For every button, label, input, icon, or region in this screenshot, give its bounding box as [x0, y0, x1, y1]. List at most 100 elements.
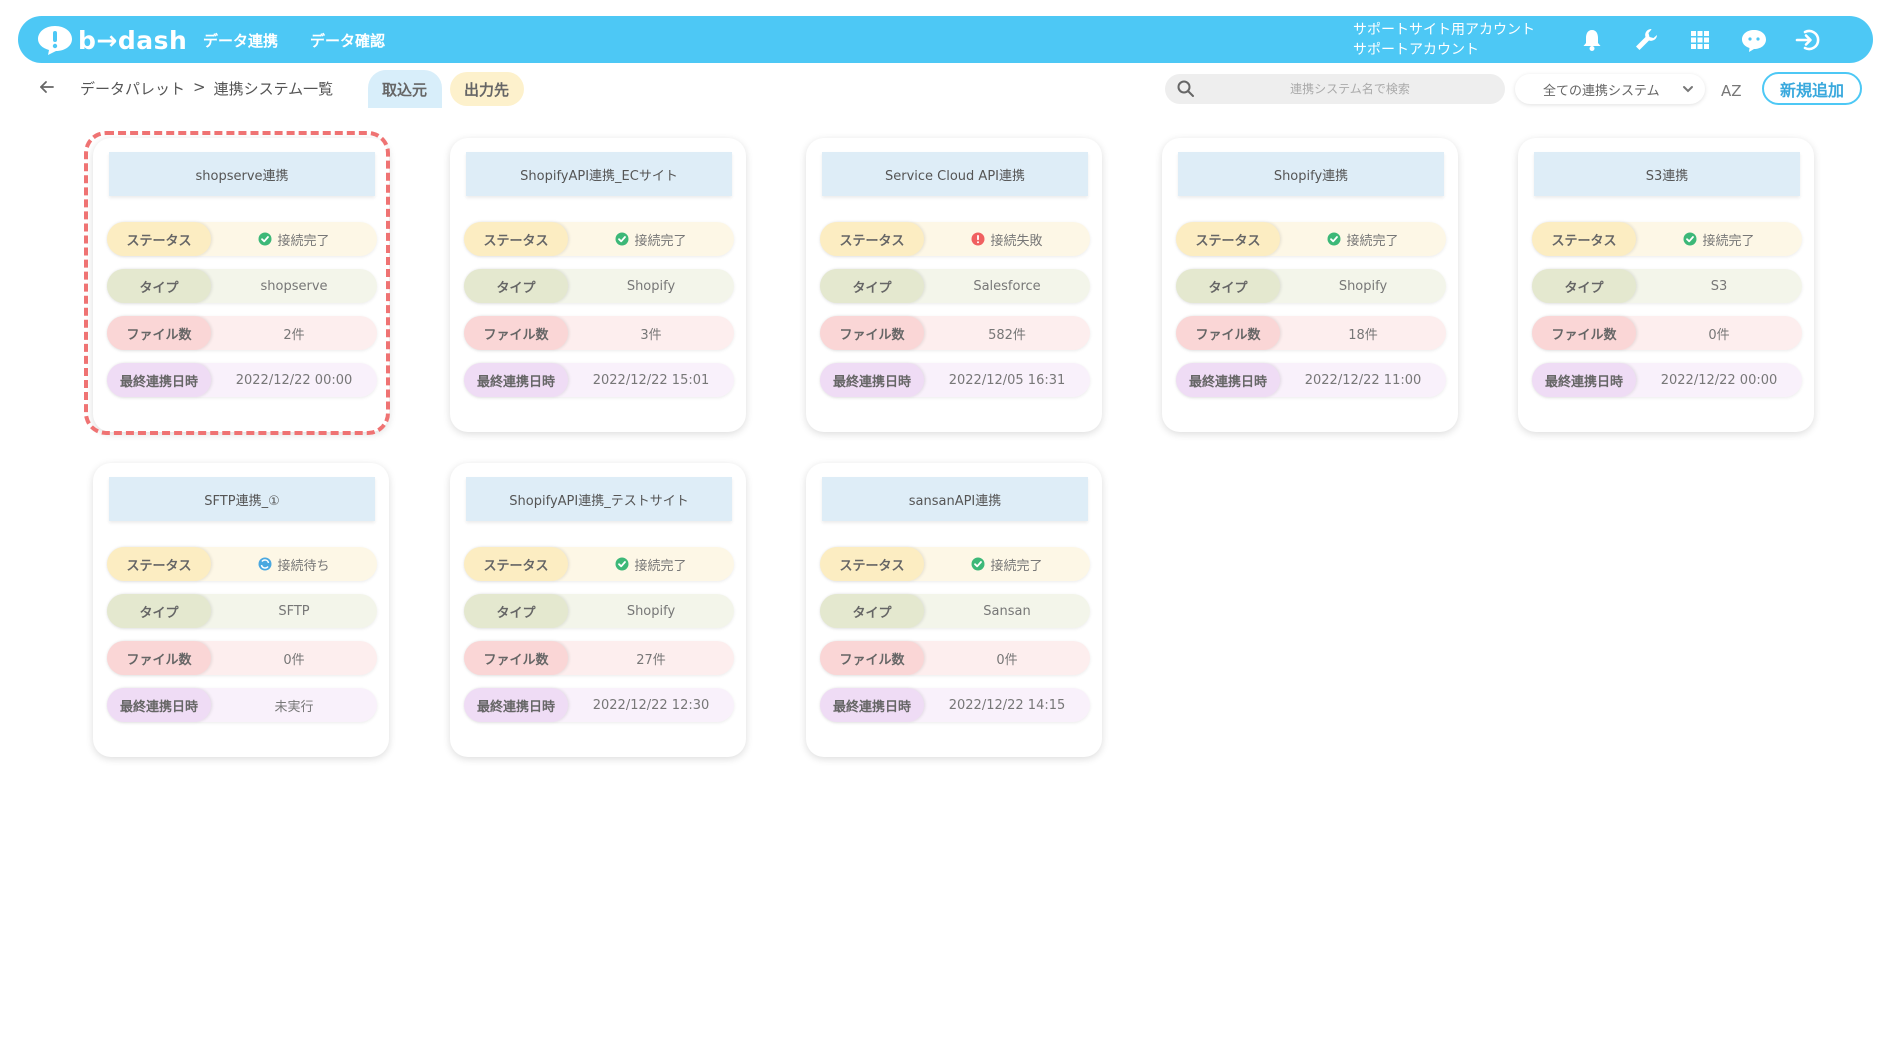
status-value: 接続待ち	[211, 555, 377, 574]
type-value: Shopify	[626, 278, 676, 294]
last-sync-value: 2022/12/05 16:31	[948, 372, 1066, 388]
breadcrumb: データパレット > 連携システム一覧	[80, 78, 333, 99]
file-count-row: ファイル数 0件	[820, 641, 1090, 675]
back-arrow-icon[interactable]	[38, 78, 56, 96]
search-input[interactable]	[1205, 76, 1495, 102]
status-row: ステータス 接続失敗	[820, 222, 1090, 256]
grid-icon[interactable]	[1686, 26, 1714, 54]
last-sync-value: 2022/12/22 15:01	[592, 372, 710, 388]
file-count-label: ファイル数	[820, 316, 924, 350]
type-row: タイプ Salesforce	[820, 269, 1090, 303]
status-row: ステータス 接続完了	[107, 222, 377, 256]
check-circle-icon	[1683, 232, 1697, 246]
status-value: 接続完了	[568, 555, 734, 574]
account-info[interactable]: サポートサイト用アカウント サポートアカウント	[1353, 20, 1535, 60]
last-sync-label: 最終連携日時	[820, 363, 924, 397]
file-count-value: 18件	[1348, 327, 1378, 343]
system-card[interactable]: sansanAPI連携 ステータス 接続完了 タイプ Sansan ファイル数 …	[806, 463, 1102, 757]
status-text: 接続失敗	[990, 233, 1043, 249]
file-count-label: ファイル数	[820, 641, 924, 675]
add-new-button[interactable]: 新規追加	[1762, 72, 1862, 105]
type-row: タイプ Shopify	[464, 269, 734, 303]
card-title: ShopifyAPI連携_テストサイト	[466, 477, 732, 521]
type-value: Shopify	[1338, 278, 1388, 294]
type-row: タイプ Shopify	[1176, 269, 1446, 303]
system-card[interactable]: shopserve連携 ステータス 接続完了 タイプ shopserve ファイ…	[93, 138, 389, 432]
status-row: ステータス 接続完了	[1532, 222, 1802, 256]
type-row: タイプ Sansan	[820, 594, 1090, 628]
file-count-value: 0件	[1708, 327, 1730, 343]
type-label: タイプ	[464, 269, 568, 303]
last-sync-value: 2022/12/22 11:00	[1304, 372, 1422, 388]
type-value: Salesforce	[973, 278, 1041, 294]
last-sync-label: 最終連携日時	[107, 363, 211, 397]
tab-import-source[interactable]: 取込元	[368, 70, 442, 108]
brand-logo[interactable]: b→dash	[36, 24, 187, 56]
status-value: 接続失敗	[924, 230, 1090, 249]
type-label: タイプ	[107, 269, 211, 303]
check-circle-icon	[258, 232, 272, 246]
chat-bot-icon[interactable]	[1740, 26, 1768, 54]
last-sync-label: 最終連携日時	[464, 688, 568, 722]
breadcrumb-root[interactable]: データパレット	[80, 78, 185, 99]
file-count-row: ファイル数 0件	[107, 641, 377, 675]
card-title: ShopifyAPI連携_ECサイト	[466, 152, 732, 196]
status-row: ステータス 接続完了	[1176, 222, 1446, 256]
last-sync-value: 未実行	[274, 699, 314, 715]
system-card[interactable]: S3連携 ステータス 接続完了 タイプ S3 ファイル数 0件 最終連携日時 2…	[1518, 138, 1814, 432]
last-sync-value: 2022/12/22 00:00	[1660, 372, 1778, 388]
file-count-label: ファイル数	[107, 316, 211, 350]
last-sync-label: 最終連携日時	[1532, 363, 1636, 397]
tab-export-destination[interactable]: 出力先	[450, 72, 524, 106]
file-count-row: ファイル数 582件	[820, 316, 1090, 350]
file-count-value: 0件	[283, 652, 305, 668]
status-label: ステータス	[1532, 222, 1636, 256]
status-label: ステータス	[820, 547, 924, 581]
last-sync-row: 最終連携日時 2022/12/22 14:15	[820, 688, 1090, 722]
status-value: 接続完了	[1280, 230, 1446, 249]
last-sync-row: 最終連携日時 2022/12/05 16:31	[820, 363, 1090, 397]
card-title: Shopify連携	[1178, 152, 1444, 196]
check-circle-icon	[1327, 232, 1341, 246]
last-sync-label: 最終連携日時	[820, 688, 924, 722]
file-count-value: 3件	[640, 327, 662, 343]
last-sync-value: 2022/12/22 00:00	[235, 372, 353, 388]
chevron-down-icon	[1681, 82, 1695, 96]
system-card[interactable]: Service Cloud API連携 ステータス 接続失敗 タイプ Sales…	[806, 138, 1102, 432]
status-row: ステータス 接続完了	[464, 547, 734, 581]
bell-icon[interactable]	[1578, 26, 1606, 54]
type-value: Shopify	[626, 603, 676, 619]
check-circle-icon	[971, 557, 985, 571]
nav-data-check[interactable]: データ確認	[310, 30, 385, 51]
sync-icon	[258, 557, 272, 571]
sort-az-icon[interactable]: AZ	[1720, 76, 1746, 102]
card-title: shopserve連携	[109, 152, 375, 196]
last-sync-label: 最終連携日時	[464, 363, 568, 397]
status-row: ステータス 接続待ち	[107, 547, 377, 581]
last-sync-row: 最終連携日時 2022/12/22 00:00	[107, 363, 377, 397]
status-value: 接続完了	[1636, 230, 1802, 249]
wrench-icon[interactable]	[1632, 26, 1660, 54]
status-text: 接続完了	[634, 558, 687, 574]
type-value: SFTP	[278, 603, 310, 619]
file-count-value: 2件	[283, 327, 305, 343]
logout-icon[interactable]	[1794, 26, 1822, 54]
system-card[interactable]: ShopifyAPI連携_ECサイト ステータス 接続完了 タイプ Shopif…	[450, 138, 746, 432]
system-card[interactable]: SFTP連携_① ステータス 接続待ち タイプ SFTP ファイル数 0件 最終…	[93, 463, 389, 757]
status-label: ステータス	[820, 222, 924, 256]
status-text: 接続完了	[1702, 233, 1755, 249]
file-count-label: ファイル数	[1532, 316, 1636, 350]
card-title: sansanAPI連携	[822, 477, 1088, 521]
status-label: ステータス	[464, 222, 568, 256]
system-filter-select[interactable]: 全ての連携システム	[1515, 74, 1705, 104]
status-text: 接続待ち	[277, 558, 330, 574]
nav-data-integration[interactable]: データ連携	[203, 30, 278, 51]
type-value: shopserve	[260, 278, 328, 294]
system-card[interactable]: Shopify連携 ステータス 接続完了 タイプ Shopify ファイル数 1…	[1162, 138, 1458, 432]
account-line-1: サポートサイト用アカウント	[1353, 22, 1535, 38]
last-sync-value: 2022/12/22 12:30	[592, 697, 710, 713]
card-title: Service Cloud API連携	[822, 152, 1088, 196]
file-count-row: ファイル数 2件	[107, 316, 377, 350]
search-icon	[1176, 79, 1196, 99]
system-card[interactable]: ShopifyAPI連携_テストサイト ステータス 接続完了 タイプ Shopi…	[450, 463, 746, 757]
